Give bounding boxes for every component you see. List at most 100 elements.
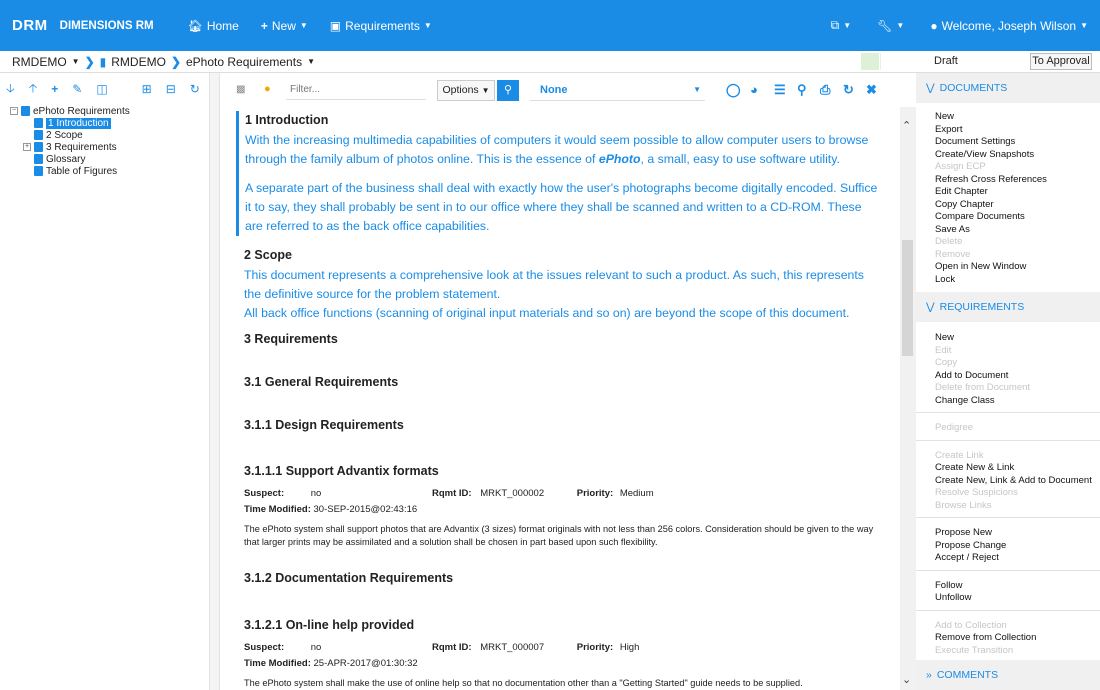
action-propose-change[interactable]: Propose Change <box>935 540 1100 553</box>
view-select[interactable]: None ▼ <box>530 80 705 101</box>
scroll-down-icon[interactable]: ⌄ <box>902 673 911 686</box>
intro-section[interactable]: 1 Introduction With the increasing multi… <box>236 111 881 236</box>
action-lock[interactable]: Lock <box>935 274 1100 287</box>
caret-down-icon[interactable]: ▼ <box>307 57 315 66</box>
breadcrumb-folder[interactable]: RMDEMO <box>111 55 166 69</box>
action-execute-transition[interactable]: Execute Transition <box>935 645 1100 658</box>
nav-new[interactable]: + New ▼ <box>261 19 308 33</box>
breadcrumb-bar: RMDEMO ▼ ❯ ▮ RMDEMO ❯ ePhoto Requirement… <box>0 51 1100 73</box>
action-propose-new[interactable]: Propose New <box>935 527 1100 540</box>
action-add-to-document[interactable]: Add to Document <box>935 370 1100 383</box>
scrollbar-thumb[interactable] <box>902 240 913 356</box>
nav-home[interactable]: 🏠︎ Home <box>188 19 239 33</box>
lightbulb-icon[interactable]: ● <box>264 83 271 95</box>
action-copy[interactable]: Copy <box>935 357 1100 370</box>
hide-icon[interactable]: ◯ <box>726 82 741 98</box>
add-icon[interactable]: + <box>51 82 58 96</box>
action-create-link[interactable]: Create Link <box>935 450 1100 463</box>
tree-item-table-of-figures[interactable]: Table of Figures <box>10 165 209 177</box>
action-document-settings[interactable]: Document Settings <box>935 136 1100 149</box>
scroll-up-icon[interactable]: ⌃ <box>902 119 911 132</box>
requirement-item[interactable]: 3.1.2.1 On-line help provided Suspect: n… <box>244 618 884 690</box>
chapter-icon <box>34 130 43 140</box>
tools-menu[interactable]: 🔧︎ ▼ <box>877 19 904 33</box>
user-menu[interactable]: ● Welcome, Joseph Wilson ▼ <box>930 19 1088 33</box>
action-create-new-link-add-to-document[interactable]: Create New, Link & Add to Document <box>935 475 1100 488</box>
zoom-icon[interactable]: ⚲ <box>797 82 807 98</box>
nav-requirements[interactable]: ▣ Requirements ▼ <box>330 19 432 33</box>
requirements-actions: Pedigree <box>916 416 1100 437</box>
action-new[interactable]: New <box>935 332 1100 345</box>
action-export[interactable]: Export <box>935 124 1100 137</box>
action-pedigree[interactable]: Pedigree <box>935 422 1100 435</box>
tree-root[interactable]: − ePhoto Requirements <box>10 105 209 117</box>
breadcrumb-project[interactable]: RMDEMO <box>12 55 67 69</box>
action-compare-documents[interactable]: Compare Documents <box>935 211 1100 224</box>
requirement-item[interactable]: 3.1.1.1 Support Advantix formats Suspect… <box>244 464 884 549</box>
filter-input[interactable] <box>286 80 426 100</box>
print-icon[interactable]: ⎙ <box>820 82 830 98</box>
comments-section-header[interactable]: » COMMENTS <box>916 660 1100 690</box>
close-icon[interactable]: ✖ <box>866 82 877 98</box>
intro-paragraph-2: A separate part of the business shall de… <box>245 181 878 233</box>
action-delete-from-document[interactable]: Delete from Document <box>935 382 1100 395</box>
document-content: 1 Introduction With the increasing multi… <box>220 107 900 690</box>
requirements-section-header[interactable]: ⋁ REQUIREMENTS <box>916 292 1100 322</box>
to-approval-button[interactable]: To Approval <box>1030 53 1092 70</box>
move-up-icon[interactable]: 🡡︎ <box>29 79 38 100</box>
move-down-icon[interactable]: 🡣︎ <box>6 79 15 100</box>
logo-drm: DRM <box>12 17 48 34</box>
action-resolve-suspicions[interactable]: Resolve Suspicions <box>935 487 1100 500</box>
caret-down-icon: ▼ <box>299 21 308 30</box>
collapse-toggle-icon[interactable]: − <box>10 107 18 115</box>
action-accept-reject[interactable]: Accept / Reject <box>935 552 1100 565</box>
action-unfollow[interactable]: Unfollow <box>935 592 1100 605</box>
search-button[interactable]: ⚲ <box>497 80 519 101</box>
tree-item-scope[interactable]: 2 Scope <box>10 129 209 141</box>
requirement-title: 3.1.1.1 Support Advantix formats <box>244 464 439 478</box>
action-remove[interactable]: Remove <box>935 249 1100 262</box>
action-open-in-new-window[interactable]: Open in New Window <box>935 261 1100 274</box>
caret-down-icon[interactable]: ▼ <box>72 57 80 66</box>
save-icon[interactable]: ▩ <box>236 84 245 95</box>
expand-all-icon[interactable]: ⊞ <box>142 82 152 96</box>
action-create-new-link[interactable]: Create New & Link <box>935 462 1100 475</box>
expand-toggle-icon[interactable]: + <box>23 143 31 151</box>
breadcrumb-document[interactable]: ePhoto Requirements <box>186 55 302 69</box>
action-edit-chapter[interactable]: Edit Chapter <box>935 186 1100 199</box>
action-refresh-cross-references[interactable]: Refresh Cross References <box>935 174 1100 187</box>
action-remove-from-collection[interactable]: Remove from Collection <box>935 632 1100 645</box>
logo[interactable]: DRM DIMENSIONS RM <box>0 0 154 51</box>
refresh-icon[interactable]: ↻ <box>843 82 854 98</box>
tree-item-requirements[interactable]: + 3 Requirements <box>10 141 209 153</box>
requirements-actions: Add to Collection Remove from Collection E… <box>916 614 1100 660</box>
scope-section[interactable]: 2 Scope This document represents a compr… <box>244 248 884 323</box>
action-follow[interactable]: Follow <box>935 580 1100 593</box>
action-save-as[interactable]: Save As <box>935 224 1100 237</box>
share-menu[interactable]: ⧉ ▼ <box>831 18 852 33</box>
refresh-icon[interactable]: ↻ <box>190 82 200 96</box>
action-new[interactable]: New <box>935 111 1100 124</box>
pie-chart-icon[interactable]: ◕ <box>750 82 758 97</box>
action-change-class[interactable]: Change Class <box>935 395 1100 408</box>
chapter-icon <box>34 118 43 128</box>
action-add-to-collection[interactable]: Add to Collection <box>935 620 1100 633</box>
action-delete[interactable]: Delete <box>935 236 1100 249</box>
options-button[interactable]: Options ▼ <box>437 80 495 101</box>
panel-splitter[interactable] <box>210 73 220 690</box>
action-assign-ecp[interactable]: Assign ECP <box>935 161 1100 174</box>
scrollbar[interactable]: ⌃ ⌄ <box>900 107 916 690</box>
action-copy-chapter[interactable]: Copy Chapter <box>935 199 1100 212</box>
tree-item-glossary[interactable]: Glossary <box>10 153 209 165</box>
action-browse-links[interactable]: Browse Links <box>935 500 1100 513</box>
documents-section-header[interactable]: ⋁ DOCUMENTS <box>916 73 1100 103</box>
edit-icon[interactable]: ✎ <box>72 82 82 96</box>
list-icon[interactable]: ☰ <box>774 82 786 98</box>
requirements-heading: 3 Requirements <box>244 332 338 346</box>
trash-icon[interactable]: ◫ <box>96 82 107 96</box>
collapse-all-icon[interactable]: ⊟ <box>166 82 176 96</box>
requirement-title: 3.1.2.1 On-line help provided <box>244 618 415 632</box>
tree-item-introduction[interactable]: 1 Introduction <box>10 117 209 129</box>
action-edit[interactable]: Edit <box>935 345 1100 358</box>
action-create-view-snapshots[interactable]: Create/View Snapshots <box>935 149 1100 162</box>
